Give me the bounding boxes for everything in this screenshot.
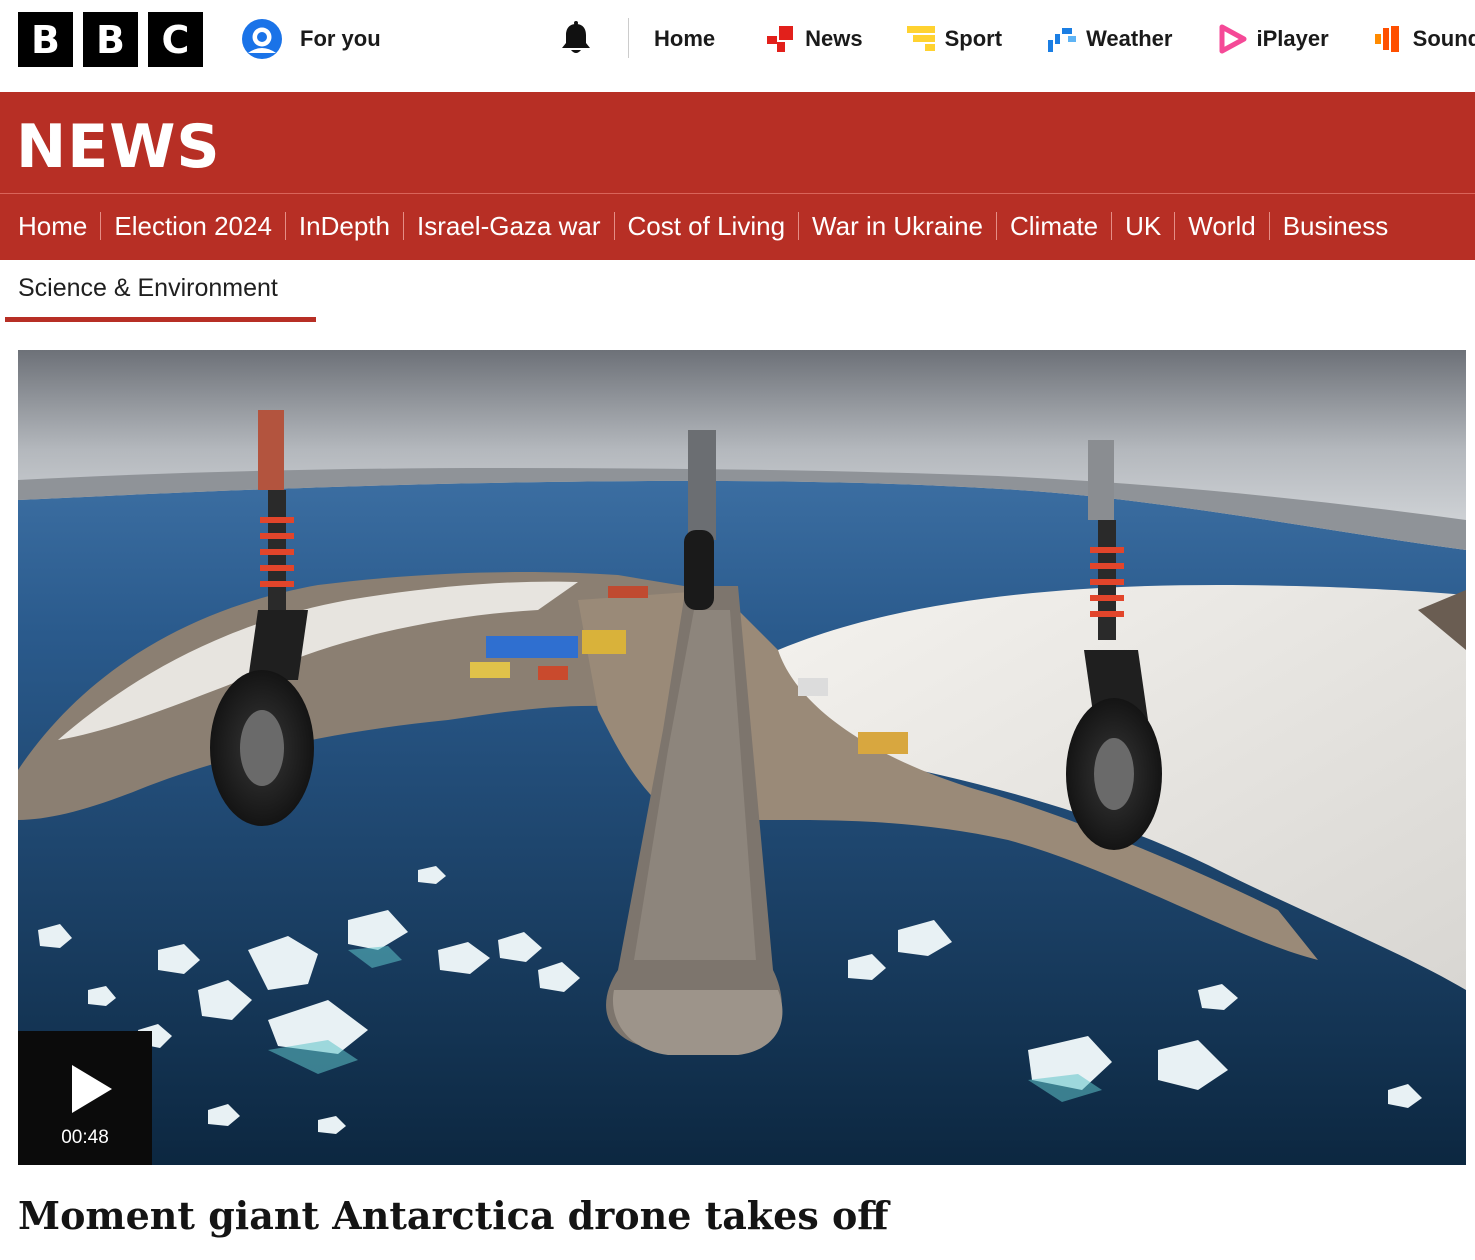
masthead-nav-news[interactable]: News <box>765 24 863 54</box>
news-icon <box>767 26 794 52</box>
section-nav-israel-gaza-war[interactable]: Israel-Gaza war <box>417 211 601 242</box>
sport-icon <box>906 26 935 51</box>
section-nav-cost-of-living[interactable]: Cost of Living <box>628 211 786 242</box>
section-nav-war-in-ukraine[interactable]: War in Ukraine <box>812 211 983 242</box>
section-nav-separator <box>613 212 615 240</box>
article-headline: Moment giant Antarctica drone takes off <box>18 1193 889 1238</box>
section-nav-indepth[interactable]: InDepth <box>299 211 390 242</box>
masthead-nav-label: Sport <box>944 26 1003 51</box>
section-nav-separator <box>100 212 102 240</box>
masthead-nav-label: Weather <box>1086 26 1173 51</box>
video-duration: 00:48 <box>61 1127 109 1148</box>
section-nav-climate[interactable]: Climate <box>1010 211 1098 242</box>
masthead-nav-weather[interactable]: Weather <box>1046 24 1172 54</box>
bbc-logo[interactable]: B B C <box>18 12 203 67</box>
bbc-logo-letter: B <box>83 12 138 67</box>
masthead-nav-iplayer[interactable]: iPlayer <box>1216 24 1329 54</box>
masthead-nav-label: iPlayer <box>1256 26 1329 51</box>
video-thumbnail-image <box>18 350 1466 1165</box>
iplayer-icon <box>1219 24 1247 54</box>
bbc-logo-letter: B <box>18 12 73 67</box>
section-nav-separator <box>996 212 997 240</box>
section-nav-separator <box>403 212 404 240</box>
video-player[interactable]: 00:48 <box>18 350 1466 1165</box>
notifications-bell-icon[interactable] <box>556 18 596 58</box>
masthead-nav-label: News <box>805 26 863 51</box>
weather-icon <box>1048 28 1077 52</box>
subsection-tab-science-environment[interactable]: Science & Environment <box>18 274 278 303</box>
masthead-nav-sounds[interactable]: Sounds <box>1373 24 1475 54</box>
section-nav-separator <box>1174 212 1176 240</box>
section-nav-election-2024[interactable]: Election 2024 <box>114 211 272 242</box>
news-section-nav: Home Election 2024 InDepth Israel-Gaza w… <box>18 208 1388 244</box>
section-nav-separator <box>798 212 800 240</box>
masthead-nav-label: Home <box>654 26 716 51</box>
sounds-icon <box>1374 26 1399 52</box>
masthead-divider <box>628 18 629 58</box>
for-you-label: For you <box>300 26 381 51</box>
bbc-masthead: B B C For you Home News Sport Weather iP… <box>0 0 1475 90</box>
masthead-nav-label: Sounds <box>1412 26 1475 51</box>
for-you-button[interactable]: For you <box>240 18 381 60</box>
active-tab-underline <box>5 317 316 322</box>
masthead-nav-sport[interactable]: Sport <box>905 24 1002 54</box>
section-nav-separator <box>1111 212 1113 240</box>
user-account-icon <box>242 19 282 59</box>
section-nav-home[interactable]: Home <box>18 211 87 242</box>
news-header-divider <box>0 193 1475 194</box>
play-button[interactable]: 00:48 <box>18 1031 152 1165</box>
section-nav-world[interactable]: World <box>1188 211 1255 242</box>
masthead-nav: Home News Sport Weather iPlayer Sound <box>654 22 1475 56</box>
news-header: NEWS Home Election 2024 InDepth Israel-G… <box>0 92 1475 260</box>
masthead-nav-home[interactable]: Home <box>654 26 715 52</box>
section-nav-uk[interactable]: UK <box>1125 211 1161 242</box>
bbc-logo-letter: C <box>148 12 203 67</box>
section-nav-separator <box>1268 212 1270 240</box>
play-icon <box>72 1065 112 1113</box>
section-nav-business[interactable]: Business <box>1283 211 1389 242</box>
section-nav-separator <box>284 212 286 240</box>
news-wordmark[interactable]: NEWS <box>16 112 221 182</box>
